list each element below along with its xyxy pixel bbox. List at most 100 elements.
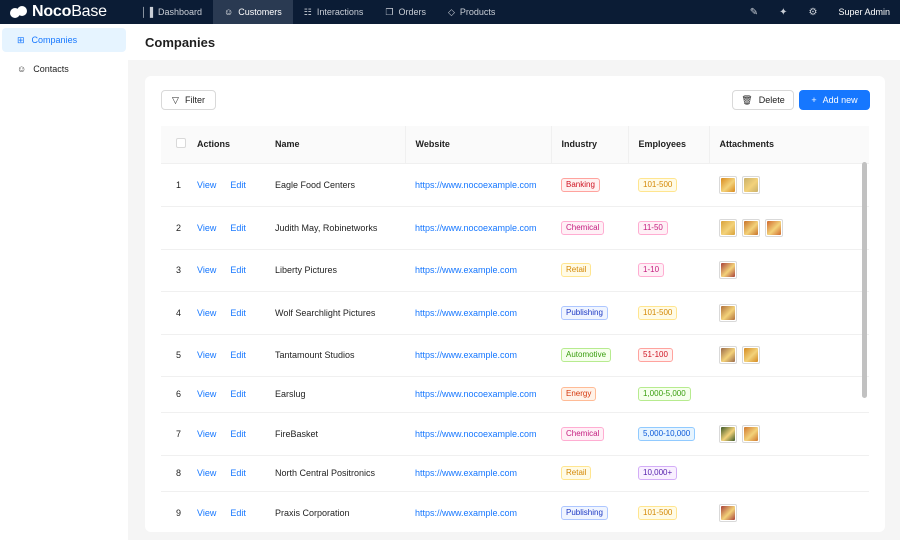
view-link[interactable]: View	[197, 429, 216, 439]
employees-cell: 51-100	[628, 334, 709, 377]
table-row[interactable]: 6 View Edit Earslug https://www.nocoexample.…	[161, 376, 869, 413]
row-actions: View Edit	[197, 376, 275, 413]
edit-link[interactable]: Edit	[230, 429, 246, 439]
attachments-cell	[709, 206, 869, 250]
view-link[interactable]: View	[197, 508, 216, 518]
trash-icon: 🗑︎	[741, 94, 753, 105]
edit-link[interactable]: Edit	[230, 265, 246, 275]
industry-tag: Retail	[561, 263, 592, 277]
attachment-thumbnail[interactable]	[719, 175, 737, 194]
industry-tag: Chemical	[561, 220, 605, 235]
table-row[interactable]: 5 View Edit Tantamount Studios https://www.e…	[161, 334, 869, 377]
employees-tag: 5,000-10,000	[638, 426, 696, 441]
delete-label: Delete	[758, 95, 785, 105]
attachments-cell	[709, 334, 869, 377]
edit-link[interactable]: Edit	[230, 350, 246, 360]
nav-item-interactions[interactable]: ☷ Interactions	[293, 0, 375, 24]
sidebar-item-companies[interactable]: ⊞ Companies	[2, 28, 126, 52]
view-link[interactable]: View	[197, 350, 216, 360]
industry-tag: Publishing	[561, 305, 608, 320]
edit-link[interactable]: Edit	[230, 308, 246, 318]
design-mode-icon[interactable]: ✎	[750, 7, 758, 18]
website-link[interactable]: https://www.nocoexample.com	[415, 180, 537, 190]
attachment-thumbnail[interactable]	[742, 218, 760, 237]
table-row[interactable]: 7 View Edit FireBasket https://www.nocoexamp…	[161, 412, 869, 456]
column-header-industry[interactable]: Industry	[550, 126, 628, 164]
attachment-thumbnail[interactable]	[765, 218, 783, 237]
edit-link[interactable]: Edit	[230, 223, 246, 233]
table-row[interactable]: 2 View Edit Judith May, Robinetworks https:/…	[161, 206, 869, 250]
nav-item-label: Customers	[238, 7, 282, 17]
row-number: 4	[161, 291, 197, 335]
view-link[interactable]: View	[197, 265, 216, 275]
attachment-thumbnail[interactable]	[742, 175, 760, 194]
row-number: 9	[161, 491, 197, 532]
table-row[interactable]: 1 View Edit Eagle Food Centers https://www.n…	[161, 163, 869, 207]
table-row[interactable]: 9 View Edit Praxis Corporation https://www.e…	[161, 491, 869, 532]
column-header-website[interactable]: Website	[404, 126, 551, 164]
nav-item-dashboard[interactable]: │▐ Dashboard	[130, 0, 213, 24]
select-all-checkbox[interactable]	[176, 138, 186, 149]
table-row[interactable]: 8 View Edit North Central Positronics https:…	[161, 455, 869, 492]
attachment-thumbnail[interactable]	[719, 303, 737, 322]
table-row[interactable]: 4 View Edit Wolf Searchlight Pictures https:…	[161, 291, 869, 335]
attachments-cell	[709, 249, 869, 292]
table-row[interactable]: 3 View Edit Liberty Pictures https://www.exa…	[161, 249, 869, 292]
view-link[interactable]: View	[197, 308, 216, 318]
edit-link[interactable]: Edit	[230, 180, 246, 190]
website-cell: https://www.nocoexample.com	[405, 412, 551, 456]
attachment-thumbnail[interactable]	[719, 424, 737, 443]
website-link[interactable]: https://www.example.com	[415, 350, 517, 360]
website-link[interactable]: https://www.example.com	[415, 468, 517, 478]
website-link[interactable]: https://www.example.com	[415, 265, 517, 275]
nav-item-customers[interactable]: ☺ Customers	[213, 0, 293, 24]
edit-link[interactable]: Edit	[230, 389, 246, 399]
website-cell: https://www.nocoexample.com	[405, 376, 551, 413]
app-logo[interactable]: NocoBase	[0, 3, 130, 21]
delete-button[interactable]: 🗑︎ Delete	[732, 90, 794, 110]
view-link[interactable]: View	[197, 389, 216, 399]
add-new-button[interactable]: + Add new	[799, 90, 870, 110]
sidebar-item-label: Companies	[31, 35, 78, 45]
sidebar: ⊞ Companies ☺ Contacts	[0, 24, 128, 540]
nav-item-orders[interactable]: ❒ Orders	[374, 0, 437, 24]
attachment-thumbnail[interactable]	[719, 503, 737, 522]
attachment-thumbnail[interactable]	[742, 424, 760, 443]
edit-link[interactable]: Edit	[230, 468, 246, 478]
table-card: ▽ Filter 🗑︎ Delete + Add new Actions Nam…	[145, 76, 885, 532]
settings-gear-icon[interactable]: ⚙	[809, 7, 818, 18]
attachments-cell	[709, 412, 869, 456]
attachment-thumbnail[interactable]	[719, 218, 737, 237]
website-link[interactable]: https://www.example.com	[415, 508, 517, 518]
website-cell: https://www.example.com	[405, 455, 551, 492]
website-link[interactable]: https://www.example.com	[415, 308, 517, 318]
row-number: 7	[161, 412, 197, 456]
user-menu[interactable]: Super Admin	[838, 7, 890, 17]
nav-item-products[interactable]: ◇ Products	[437, 0, 506, 24]
column-header-attachments[interactable]: Attachments	[708, 126, 869, 164]
column-header-name[interactable]: Name	[275, 126, 405, 164]
attachments-cell	[709, 491, 869, 532]
attachment-thumbnail[interactable]	[742, 346, 760, 364]
sidebar-item-contacts[interactable]: ☺ Contacts	[2, 57, 126, 81]
attachment-thumbnail[interactable]	[719, 346, 737, 364]
top-menu: │▐ Dashboard ☺ Customers ☷ Interactions ❒ Order…	[130, 0, 506, 24]
select-all-cell	[161, 126, 197, 164]
website-link[interactable]: https://www.nocoexample.com	[415, 389, 537, 399]
view-link[interactable]: View	[197, 180, 216, 190]
filter-button[interactable]: ▽ Filter	[161, 90, 216, 110]
view-link[interactable]: View	[197, 223, 216, 233]
edit-link[interactable]: Edit	[230, 508, 246, 518]
industry-tag: Banking	[561, 177, 600, 192]
employees-cell: 5,000-10,000	[628, 412, 709, 456]
industry-cell: Retail	[551, 455, 628, 492]
website-link[interactable]: https://www.nocoexample.com	[415, 223, 537, 233]
plugin-icon[interactable]: ✦	[779, 7, 787, 18]
attachment-thumbnail[interactable]	[719, 261, 737, 279]
table-scrollbar-thumb[interactable]	[862, 162, 867, 398]
column-header-employees[interactable]: Employees	[627, 126, 709, 164]
employees-tag: 1,000-5,000	[638, 387, 691, 401]
view-link[interactable]: View	[197, 468, 216, 478]
website-cell: https://www.example.com	[405, 249, 551, 292]
website-link[interactable]: https://www.nocoexample.com	[415, 429, 537, 439]
